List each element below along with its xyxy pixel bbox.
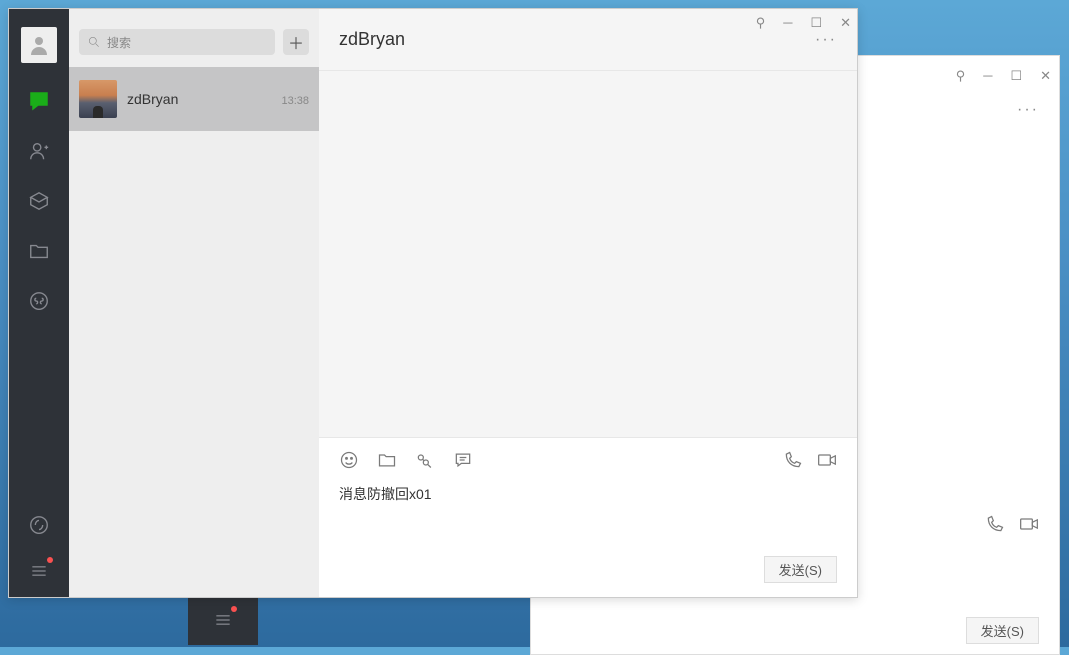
emoji-icon[interactable] bbox=[339, 450, 359, 475]
send-button-bg[interactable]: 发送(S) bbox=[966, 617, 1039, 644]
maximize-icon[interactable]: ☐ bbox=[810, 15, 822, 31]
maximize-icon[interactable]: ☐ bbox=[1010, 68, 1022, 84]
conversation-item[interactable]: zdBryan 13:38 bbox=[69, 67, 319, 131]
avatar bbox=[79, 80, 117, 118]
conversation-name: zdBryan bbox=[127, 91, 178, 107]
contacts-tab-icon[interactable] bbox=[27, 139, 51, 163]
notification-dot bbox=[231, 606, 237, 612]
conversation-time: 13:38 bbox=[281, 95, 309, 107]
notification-dot bbox=[47, 557, 53, 563]
minimize-icon[interactable]: ─ bbox=[983, 68, 992, 84]
chat-area: ⚲ ─ ☐ ✕ zdBryan ··· bbox=[319, 9, 857, 597]
pin-icon[interactable]: ⚲ bbox=[956, 68, 966, 84]
wechat-window: 搜索 ＋ zdBryan 13:38 ⚲ ─ ☐ ✕ zdBryan ··· bbox=[8, 8, 858, 598]
more-icon[interactable]: ··· bbox=[1017, 101, 1039, 119]
chat-tab-icon[interactable] bbox=[27, 89, 51, 113]
video-icon[interactable] bbox=[1019, 514, 1039, 539]
mini-program-icon[interactable] bbox=[27, 289, 51, 313]
menu-icon[interactable] bbox=[211, 608, 235, 632]
chat-messages[interactable] bbox=[319, 71, 857, 437]
search-input[interactable]: 搜索 bbox=[79, 29, 275, 55]
close-icon[interactable]: ✕ bbox=[1040, 68, 1051, 84]
send-button[interactable]: 发送(S) bbox=[764, 556, 837, 583]
files-tab-icon[interactable] bbox=[27, 239, 51, 263]
history-icon[interactable] bbox=[453, 450, 473, 475]
chat-title: zdBryan bbox=[339, 29, 405, 50]
close-icon[interactable]: ✕ bbox=[840, 15, 851, 31]
chat-input-area: 发送(S) bbox=[319, 437, 857, 597]
background-sidebar-window bbox=[188, 595, 258, 645]
conversation-panel: 搜索 ＋ zdBryan 13:38 bbox=[69, 9, 319, 597]
collection-tab-icon[interactable] bbox=[27, 189, 51, 213]
screenshot-icon[interactable] bbox=[415, 450, 435, 475]
my-avatar[interactable] bbox=[21, 27, 57, 63]
call-icon[interactable] bbox=[783, 450, 803, 475]
sidebar bbox=[9, 9, 69, 597]
pin-icon[interactable]: ⚲ bbox=[756, 15, 766, 31]
call-icon[interactable] bbox=[985, 514, 1005, 539]
search-placeholder: 搜索 bbox=[107, 34, 131, 51]
file-icon[interactable] bbox=[377, 450, 397, 475]
minimize-icon[interactable]: ─ bbox=[783, 15, 792, 31]
message-input[interactable] bbox=[339, 476, 837, 556]
more-icon[interactable]: ··· bbox=[815, 31, 837, 49]
video-icon[interactable] bbox=[817, 450, 837, 475]
add-button[interactable]: ＋ bbox=[283, 29, 309, 55]
phone-icon[interactable] bbox=[27, 513, 51, 537]
menu-icon[interactable] bbox=[27, 559, 51, 583]
